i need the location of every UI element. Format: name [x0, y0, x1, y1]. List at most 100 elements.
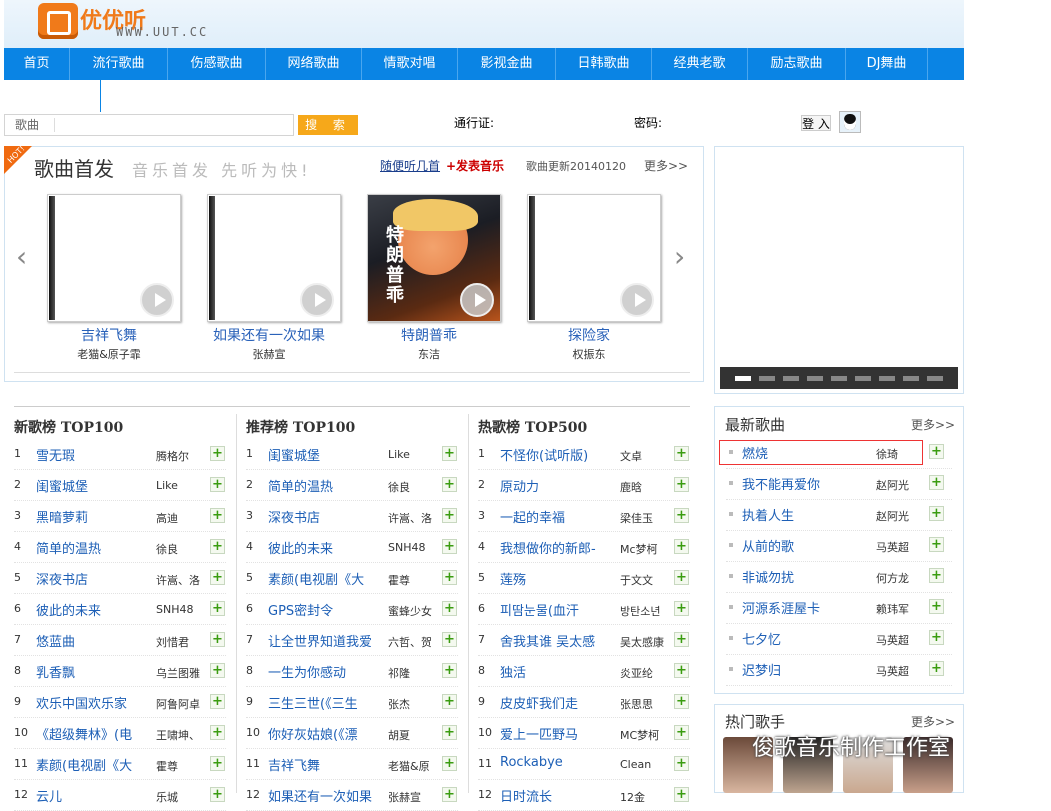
add-icon[interactable]: +	[442, 756, 457, 771]
artist-link[interactable]: 张思思	[620, 696, 672, 712]
carousel-next-icon[interactable]: ›	[674, 240, 685, 273]
artist-link[interactable]: 霍尊	[156, 758, 208, 774]
artist-link[interactable]: 祁隆	[388, 665, 440, 681]
latest-artist[interactable]: 赵阿光	[876, 508, 909, 524]
song-title-link[interactable]: 素颜(电视剧《大	[36, 755, 154, 774]
artist-link[interactable]: 炎亚纶	[620, 665, 672, 681]
album-cover[interactable]	[207, 194, 341, 322]
song-title-link[interactable]: 一起的幸福	[500, 507, 618, 526]
play-icon[interactable]	[300, 283, 334, 317]
song-title-link[interactable]: 素颜(电视剧《大	[268, 569, 386, 588]
add-icon[interactable]: +	[442, 539, 457, 554]
add-icon[interactable]: +	[674, 477, 689, 492]
artist-link[interactable]: 梁佳玉	[620, 510, 672, 526]
song-title-link[interactable]: 我想做你的新郎-	[500, 538, 618, 557]
song-title-link[interactable]: Rockabye	[500, 755, 618, 770]
latest-artist[interactable]: 马英超	[876, 632, 909, 648]
latest-artist[interactable]: 赖玮军	[876, 601, 909, 617]
table-row[interactable]: 8 乳香飘 乌兰图雅 +	[14, 656, 226, 687]
new-songs-more-link[interactable]: 更多>>	[644, 157, 688, 174]
play-icon[interactable]	[620, 283, 654, 317]
add-icon[interactable]: +	[210, 477, 225, 492]
artist-link[interactable]: 阿鲁阿卓	[156, 696, 208, 712]
artist-link[interactable]: Like	[156, 479, 208, 492]
song-title-link[interactable]: 舍我其谁 吴太感	[500, 631, 618, 650]
album-artist[interactable]: 老猫&原子霏	[39, 346, 179, 362]
artist-link[interactable]: 许嵩、洛	[388, 510, 440, 526]
add-icon[interactable]: +	[442, 663, 457, 678]
latest-song-link[interactable]: 我不能再爱你	[742, 474, 820, 493]
add-icon[interactable]: +	[674, 446, 689, 461]
latest-song-link[interactable]: 非诚勿扰	[742, 567, 794, 586]
artist-link[interactable]: 六哲、贺	[388, 634, 440, 650]
list-item[interactable]: 我不能再爱你 赵阿光 +	[726, 469, 952, 500]
table-row[interactable]: 4 我想做你的新郎- Mc梦柯 +	[478, 532, 690, 563]
nav-item[interactable]: 网络歌曲	[266, 48, 362, 80]
song-title-link[interactable]: 莲殇	[500, 569, 618, 588]
song-title-link[interactable]: 《超级舞林》(电	[36, 724, 154, 743]
table-row[interactable]: 3 深夜书店 许嵩、洛 +	[246, 501, 458, 532]
album-song-name[interactable]: 探险家	[519, 325, 659, 345]
latest-song-link[interactable]: 迟梦归	[742, 660, 781, 679]
list-item[interactable]: 七夕忆 马英超 +	[726, 624, 952, 655]
add-icon[interactable]: +	[442, 508, 457, 523]
add-icon[interactable]: +	[929, 475, 944, 490]
table-row[interactable]: 2 原动力 鹿晗 +	[478, 470, 690, 501]
add-icon[interactable]: +	[674, 756, 689, 771]
table-row[interactable]: 12 如果还有一次如果 张赫宣 +	[246, 780, 458, 811]
add-icon[interactable]: +	[210, 601, 225, 616]
logo-icon[interactable]	[38, 3, 78, 39]
table-row[interactable]: 10 爱上一匹野马 MC梦柯 +	[478, 718, 690, 749]
table-row[interactable]: 7 舍我其谁 吴太感 吴太感康 +	[478, 625, 690, 656]
qq-login-icon[interactable]	[839, 111, 861, 133]
latest-artist[interactable]: 何方龙	[876, 570, 909, 586]
nav-item[interactable]: 流行歌曲	[70, 48, 168, 80]
ad-banner[interactable]	[714, 146, 964, 394]
table-row[interactable]: 7 悠蓝曲 刘惜君 +	[14, 625, 226, 656]
add-icon[interactable]: +	[674, 787, 689, 802]
song-title-link[interactable]: 吉祥飞舞	[268, 755, 386, 774]
nav-item[interactable]: 影视金曲	[458, 48, 556, 80]
add-icon[interactable]: +	[210, 663, 225, 678]
add-icon[interactable]: +	[442, 601, 457, 616]
list-item[interactable]: 迟梦归 马英超 +	[726, 655, 952, 686]
artist-link[interactable]: 王啸坤、	[156, 727, 208, 743]
table-row[interactable]: 7 让全世界知道我爱 六哲、贺 +	[246, 625, 458, 656]
artist-link[interactable]: 高迪	[156, 510, 208, 526]
add-icon[interactable]: +	[929, 661, 944, 676]
latest-artist[interactable]: 马英超	[876, 539, 909, 555]
slide-dot-icon[interactable]	[783, 376, 799, 381]
artist-link[interactable]: Like	[388, 448, 440, 461]
search-category[interactable]: 歌曲	[15, 118, 39, 132]
song-title-link[interactable]: 深夜书店	[268, 507, 386, 526]
add-icon[interactable]: +	[674, 539, 689, 554]
artist-link[interactable]: 徐良	[388, 479, 440, 495]
song-title-link[interactable]: 彼此的未来	[36, 600, 154, 619]
artist-link[interactable]: 于文文	[620, 572, 672, 588]
artist-link[interactable]: 蜜蜂少女	[388, 603, 440, 619]
artist-link[interactable]: 老猫&原	[388, 758, 440, 774]
table-row[interactable]: 12 云儿 乐城 +	[14, 780, 226, 811]
add-icon[interactable]: +	[929, 568, 944, 583]
hot-singers-more-link[interactable]: 更多>>	[911, 713, 955, 730]
artist-link[interactable]: 霍尊	[388, 572, 440, 588]
song-title-link[interactable]: 闺蜜城堡	[36, 476, 154, 495]
slide-dot-icon[interactable]	[855, 376, 871, 381]
nav-item[interactable]: 首页	[4, 48, 70, 80]
artist-link[interactable]: 12金	[620, 789, 672, 805]
nav-item[interactable]: 伤感歌曲	[168, 48, 266, 80]
add-icon[interactable]: +	[210, 632, 225, 647]
album-cover[interactable]	[527, 194, 661, 322]
table-row[interactable]: 2 简单的温热 徐良 +	[246, 470, 458, 501]
latest-song-link[interactable]: 河源系涯屋卡	[742, 598, 820, 617]
table-row[interactable]: 8 一生为你感动 祁隆 +	[246, 656, 458, 687]
album-artist[interactable]: 权振东	[519, 346, 659, 362]
song-title-link[interactable]: 如果还有一次如果	[268, 786, 386, 805]
table-row[interactable]: 11 素颜(电视剧《大 霍尊 +	[14, 749, 226, 780]
artist-link[interactable]: 胡夏	[388, 727, 440, 743]
latest-more-link[interactable]: 更多>>	[911, 416, 955, 433]
login-button[interactable]: 登 入	[801, 115, 831, 131]
song-title-link[interactable]: 悠蓝曲	[36, 631, 154, 650]
nav-item[interactable]: 情歌对唱	[362, 48, 458, 80]
add-icon[interactable]: +	[674, 725, 689, 740]
